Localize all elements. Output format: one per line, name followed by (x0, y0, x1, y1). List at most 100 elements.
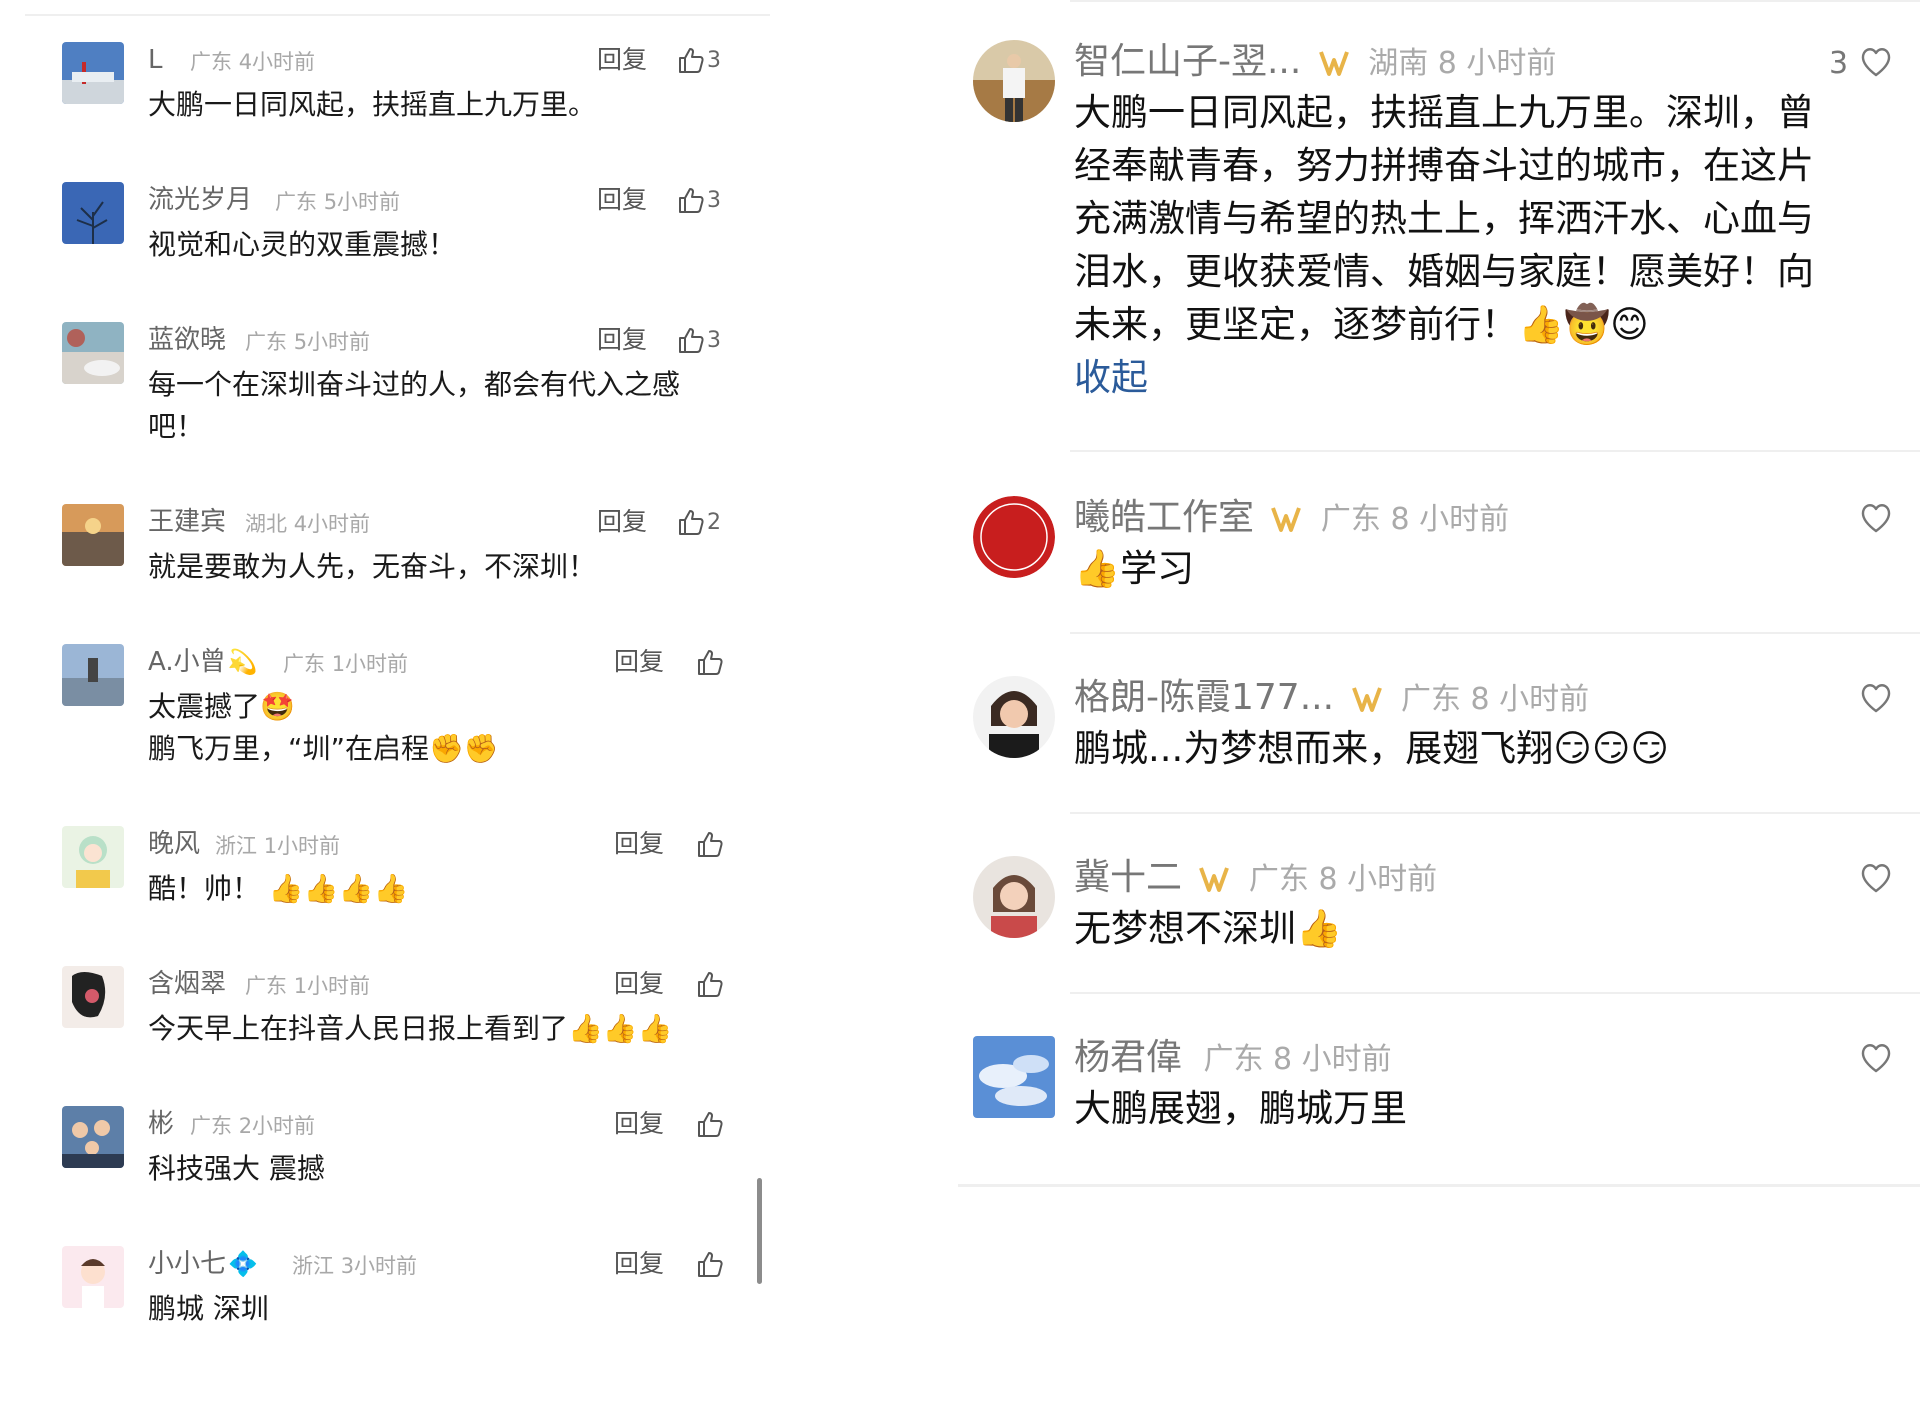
like-count: 3 (707, 187, 721, 213)
username[interactable]: 晚风 (148, 826, 200, 862)
timestamp: 1小时前 (263, 834, 341, 858)
username[interactable]: 流光岁月 (148, 182, 252, 218)
avatar[interactable] (973, 1036, 1055, 1118)
comment-item: 晚风 浙江 1小时前 回复 酷！帅！ 👍👍👍👍 (0, 826, 770, 946)
timestamp: 1小时前 (293, 974, 371, 998)
comment-line: 鹏城...为梦想而来，展翅飞翔😏😏😏 (1074, 727, 1669, 770)
username[interactable]: 彬 (148, 1106, 174, 1142)
reply-button[interactable]: 回复 (614, 1246, 664, 1282)
username[interactable]: 含烟翠 (148, 966, 226, 1002)
timestamp: 5小时前 (293, 330, 371, 354)
username[interactable]: 王建宾 (148, 504, 226, 540)
avatar[interactable] (62, 322, 124, 384)
reply-button[interactable]: 回复 (614, 644, 664, 680)
like-button[interactable]: 3 (675, 42, 721, 78)
like-button[interactable] (694, 826, 726, 862)
comment-line: 酷！帅！ 👍👍👍👍 (148, 872, 409, 905)
comment-item: 流光岁月 广东 5小时前 回复 3 视觉和心灵的双重震撼！ (0, 182, 770, 302)
thumbs-up-icon (698, 972, 723, 997)
avatar[interactable] (62, 1106, 124, 1168)
username-text: 格朗-陈霞177... (1074, 677, 1335, 718)
location: 广东 (283, 652, 325, 676)
reply-button[interactable]: 回复 (597, 504, 647, 540)
avatar[interactable] (62, 182, 124, 244)
comment-meta: 广东 4小时前 (190, 46, 315, 78)
reply-button[interactable]: 回复 (597, 182, 647, 218)
username-text: 智仁山子-翌... (1074, 41, 1302, 82)
like-button[interactable]: 3 (675, 322, 721, 358)
comment-text: 鹏城 深圳 (148, 1288, 708, 1330)
avatar[interactable] (973, 40, 1055, 122)
comment-line: 太震撼了🤩 (148, 690, 295, 723)
reply-button[interactable]: 回复 (614, 826, 664, 862)
username[interactable]: L (148, 42, 163, 78)
comment-item: 彬 广东 2小时前 回复 科技强大 震撼 (0, 1106, 770, 1226)
avatar[interactable] (62, 42, 124, 104)
location-time: 广东 8 小时前 (1400, 682, 1590, 717)
heart-icon[interactable] (1858, 1040, 1894, 1076)
comment-meta: 广东 1小时前 (283, 648, 408, 680)
username[interactable]: 杨君偉 广东 8 小时前 (1074, 1036, 1392, 1082)
left-comment-panel: L 广东 4小时前 回复 3 大鹏一日同风起，扶摇直上九万里。 流光岁月 广东 … (0, 0, 770, 1404)
username[interactable]: 蓝欲晓 (148, 322, 226, 358)
location-time: 广东 8 小时前 (1320, 502, 1510, 537)
timestamp: 1小时前 (331, 652, 409, 676)
location: 浙江 (292, 1254, 334, 1278)
reply-button[interactable]: 回复 (614, 1106, 664, 1142)
thumbs-up-icon (679, 328, 704, 353)
comment-meta: 浙江 3小时前 (292, 1250, 417, 1282)
scrollbar-thumb[interactable] (757, 1178, 762, 1284)
heart-icon[interactable] (1858, 860, 1894, 896)
thumbs-up-icon (679, 188, 704, 213)
heart-icon[interactable] (1858, 500, 1894, 536)
divider (1070, 632, 1920, 634)
comment-line: 泪水，更收获爱情、婚姻与家庭！愿美好！向 (1074, 250, 1814, 293)
avatar[interactable] (62, 1246, 124, 1308)
avatar[interactable] (62, 966, 124, 1028)
comment-meta: 广东 1小时前 (245, 970, 370, 1002)
username[interactable]: 曦皓工作室 广东 8 小时前 (1074, 496, 1509, 542)
avatar[interactable] (973, 496, 1055, 578)
comment-item: 含烟翠 广东 1小时前 回复 今天早上在抖音人民日报上看到了👍👍👍 (0, 966, 770, 1086)
like-button[interactable] (694, 966, 726, 1002)
vip-badge-icon (1351, 687, 1382, 712)
divider (1070, 450, 1920, 452)
like-button[interactable] (694, 1246, 726, 1282)
heart-icon[interactable] (1858, 44, 1894, 80)
reply-button[interactable]: 回复 (597, 322, 647, 358)
comment-text: 每一个在深圳奋斗过的人，都会有代入之感 吧！ (148, 364, 708, 448)
location: 湖北 (245, 512, 287, 536)
avatar[interactable] (973, 676, 1055, 758)
comment-line: 科技强大 震撼 (148, 1152, 325, 1185)
timestamp: 2小时前 (238, 1114, 316, 1138)
avatar[interactable] (62, 644, 124, 706)
username[interactable]: 智仁山子-翌... 湖南 8 小时前 (1074, 40, 1556, 86)
like-count: 3 (1829, 46, 1849, 81)
like-button[interactable] (694, 1106, 726, 1142)
location-time: 广东 8 小时前 (1248, 862, 1438, 897)
like-button[interactable]: 3 (675, 182, 721, 218)
avatar[interactable] (973, 856, 1055, 938)
vip-badge-icon (1318, 51, 1349, 76)
reply-button[interactable]: 回复 (597, 42, 647, 78)
comment-item: L 广东 4小时前 回复 3 大鹏一日同风起，扶摇直上九万里。 (0, 42, 770, 162)
username-text: A.小曾 (148, 647, 226, 677)
reply-button[interactable]: 回复 (614, 966, 664, 1002)
divider (1070, 992, 1920, 994)
collapse-link[interactable]: 收起 (1074, 351, 1874, 404)
like-count: 3 (707, 327, 721, 353)
username-text: 杨君偉 (1074, 1037, 1183, 1078)
like-button[interactable] (694, 644, 726, 680)
avatar[interactable] (62, 504, 124, 566)
username[interactable]: 格朗-陈霞177... 广东 8 小时前 (1074, 676, 1589, 722)
timestamp: 3小时前 (340, 1254, 418, 1278)
comment-text: 科技强大 震撼 (148, 1148, 708, 1190)
username[interactable]: 小小七💠 (148, 1246, 258, 1282)
username[interactable]: 冀十二 广东 8 小时前 (1074, 856, 1437, 902)
avatar[interactable] (62, 826, 124, 888)
like-button[interactable]: 2 (675, 504, 721, 540)
comment-line: 未来，更坚定，逐梦前行！👍🤠😊 (1074, 303, 1649, 346)
comment-text: 大鹏一日同风起，扶摇直上九万里。 (148, 84, 708, 126)
heart-icon[interactable] (1858, 680, 1894, 716)
username[interactable]: A.小曾💫 (148, 644, 258, 680)
